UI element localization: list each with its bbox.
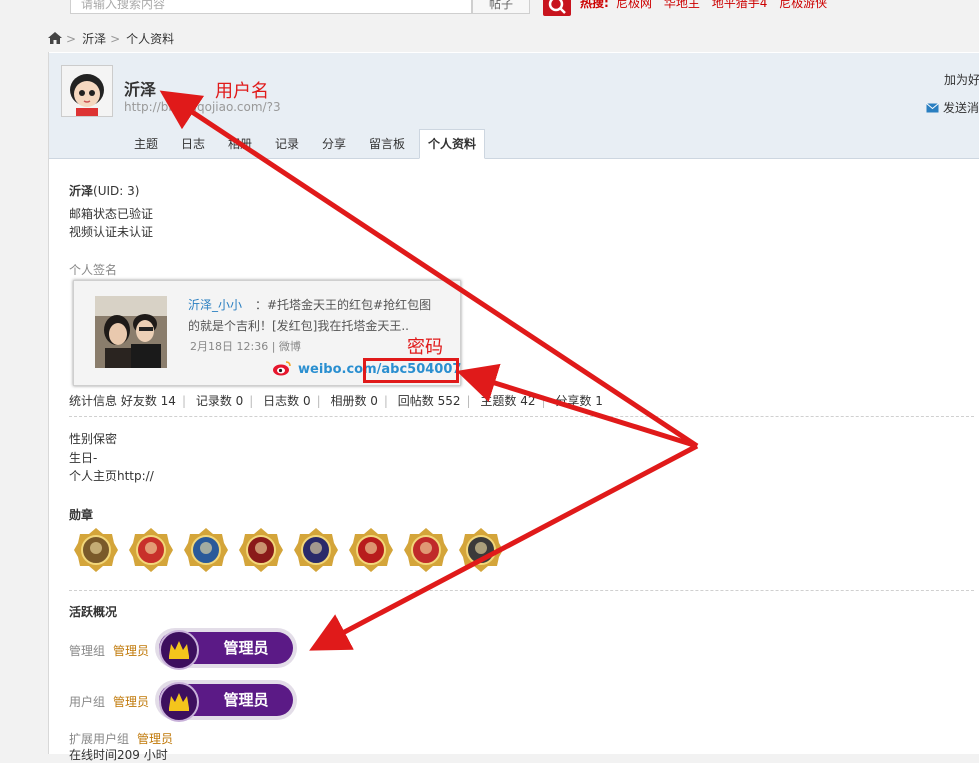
- admin-role-badge: 管理员: [155, 628, 297, 670]
- birthday-info: 生日-: [69, 451, 98, 465]
- signature-photo[interactable]: [95, 296, 167, 368]
- crown-icon: [159, 682, 199, 722]
- medal-icon[interactable]: [459, 526, 503, 574]
- stat-blogs[interactable]: 日志数 0: [263, 394, 310, 408]
- breadcrumb-separator: >: [110, 32, 121, 46]
- add-friend-link[interactable]: 加为好: [944, 71, 979, 88]
- video-status: 视频认证未认证: [69, 225, 154, 239]
- search-button[interactable]: [543, 0, 571, 16]
- user-group-value[interactable]: 管理员: [113, 693, 149, 710]
- search-type-select[interactable]: 帖子: [472, 0, 530, 14]
- signature-meta: 2月18日 12:36 | 微博: [190, 340, 301, 353]
- envelope-icon: [926, 103, 939, 113]
- tab-blog[interactable]: 日志: [181, 130, 205, 158]
- admin-group-label: 管理组: [69, 644, 106, 658]
- info-name: 沂泽: [69, 184, 94, 198]
- user-role-label: 管理员: [223, 691, 269, 709]
- tab-share[interactable]: 分享: [322, 130, 346, 158]
- send-message-link[interactable]: 发送消: [926, 99, 979, 116]
- tab-guestbook[interactable]: 留言板: [369, 130, 405, 158]
- annotation-password: 密码: [407, 337, 443, 358]
- signature-author-link[interactable]: 沂泽_小小: [188, 296, 242, 313]
- stat-albums[interactable]: 相册数 0: [330, 394, 377, 408]
- breadcrumb-separator: >: [66, 32, 77, 46]
- divider: [69, 416, 974, 417]
- ext-group-label: 扩展用户组: [69, 732, 130, 746]
- tab-records[interactable]: 记录: [275, 130, 299, 158]
- password-highlight-box: [363, 358, 459, 383]
- avatar[interactable]: [61, 65, 113, 117]
- crown-icon: [159, 630, 199, 670]
- stat-topics[interactable]: 主题数 42: [480, 394, 535, 408]
- divider: [69, 590, 974, 591]
- user-group-label: 用户组: [69, 695, 106, 709]
- medal-icon[interactable]: [239, 526, 283, 574]
- admin-group-value[interactable]: 管理员: [113, 642, 149, 659]
- medal-icon[interactable]: [129, 526, 173, 574]
- profile-username: 沂泽: [124, 80, 157, 99]
- tab-profile[interactable]: 个人资料: [419, 129, 486, 159]
- medal-icon[interactable]: [294, 526, 338, 574]
- breadcrumb: > 沂泽 > 个人资料: [48, 30, 174, 46]
- user-role-badge: 管理员: [155, 680, 297, 722]
- ext-group-value[interactable]: 管理员: [137, 730, 173, 747]
- weibo-icon: [272, 360, 292, 379]
- hot-link[interactable]: 华地主: [664, 0, 700, 10]
- hot-link[interactable]: 尼极游侠: [779, 0, 827, 10]
- email-status: 邮箱状态已验证: [69, 207, 154, 221]
- stat-records[interactable]: 记录数 0: [196, 394, 243, 408]
- online-time: 在线时间209 小时: [69, 748, 168, 762]
- activity-title: 活跃概况: [69, 605, 118, 619]
- send-message-label: 发送消: [943, 101, 979, 115]
- signature-text-line1: ：#托塔金天王的红包#抢红包图: [255, 298, 432, 312]
- stat-friends[interactable]: 好友数 14: [121, 394, 176, 408]
- admin-role-label: 管理员: [223, 639, 269, 657]
- annotation-username: 用户名: [215, 81, 269, 102]
- stats-row: 统计信息 好友数 14 | 记录数 0 | 日志数 0 | 相册数 0 | 回帖数 55…: [69, 394, 603, 408]
- stat-replies[interactable]: 回帖数 552: [398, 394, 461, 408]
- couple-photo: [95, 296, 167, 368]
- breadcrumb-item-current: 个人资料: [126, 32, 175, 46]
- stats-label: 统计信息: [69, 394, 118, 408]
- search-input[interactable]: 请输入搜索内容: [70, 0, 472, 14]
- hot-link[interactable]: 地平猎手4: [712, 0, 768, 10]
- home-icon[interactable]: [48, 32, 62, 44]
- hot-search-links: 尼极网 华地主 地平猎手4 尼极游侠: [616, 0, 835, 11]
- info-uid: (UID: 3): [93, 184, 140, 198]
- user-name-uid: 沂泽(UID: 3): [69, 182, 139, 199]
- signature-text-line2: 的就是个吉利！[发红包]我在托塔金天王..: [188, 319, 409, 333]
- medal-icon[interactable]: [349, 526, 393, 574]
- medal-icon[interactable]: [404, 526, 448, 574]
- breadcrumb-item-user[interactable]: 沂泽: [82, 32, 106, 46]
- homepage-info: 个人主页http://: [69, 469, 154, 483]
- medal-icon[interactable]: [184, 526, 228, 574]
- signature-label: 个人签名: [69, 263, 118, 277]
- medal-icon[interactable]: [74, 526, 118, 574]
- avatar-image: [62, 66, 112, 116]
- medals-title: 勋章: [69, 508, 94, 522]
- hot-link[interactable]: 尼极网: [616, 0, 652, 10]
- stat-shares[interactable]: 分享数 1: [555, 394, 602, 408]
- tab-topics[interactable]: 主题: [134, 130, 158, 158]
- hot-search-label: 热搜:: [580, 0, 609, 10]
- gender-info: 性别保密: [69, 432, 118, 446]
- tab-album[interactable]: 相册: [228, 130, 252, 158]
- search-icon: [548, 0, 566, 14]
